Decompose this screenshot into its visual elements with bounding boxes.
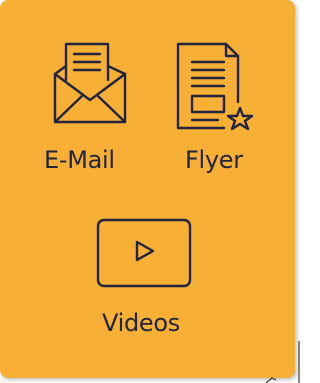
- flyer-star-icon: [176, 42, 254, 131]
- email-label: E-Mail: [44, 146, 115, 174]
- flyer-label: Flyer: [185, 146, 243, 174]
- video-play-icon: [96, 218, 192, 288]
- flyer-option[interactable]: Flyer: [170, 35, 270, 185]
- resize-handle-icon: [266, 341, 300, 383]
- share-menu-panel: E-Mail Flyer Videos: [0, 0, 295, 378]
- videos-label: Videos: [102, 309, 180, 337]
- envelope-letter-icon: [53, 42, 127, 124]
- videos-option[interactable]: Videos: [90, 212, 210, 342]
- email-option[interactable]: E-Mail: [40, 35, 140, 185]
